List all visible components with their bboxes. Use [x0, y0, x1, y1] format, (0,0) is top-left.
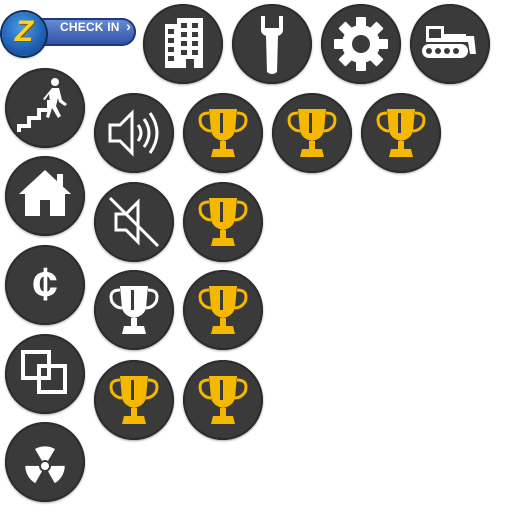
- icon-sprite-sheet: CHECK IN › Z ¢: [0, 0, 512, 512]
- overlapping-windows-button[interactable]: [5, 334, 85, 414]
- cent-button[interactable]: ¢: [5, 245, 85, 325]
- trophy-gold-icon: [376, 109, 426, 157]
- z-badge-icon: Z: [2, 12, 46, 56]
- trophy-gold-icon: [198, 109, 248, 157]
- trophy-silver-icon: [109, 286, 159, 334]
- check-in-label: CHECK IN ›: [60, 18, 132, 34]
- trophy-gold-button[interactable]: [94, 360, 174, 440]
- trophy-silver-button[interactable]: [94, 270, 174, 350]
- sound-muted-icon: [108, 196, 160, 248]
- overlapping-windows-icon: [21, 350, 67, 394]
- cent-icon: ¢: [32, 258, 58, 310]
- gear-button[interactable]: [321, 4, 401, 84]
- bulldozer-button[interactable]: [410, 4, 490, 84]
- wrench-button[interactable]: [232, 4, 312, 84]
- radiation-button[interactable]: [5, 422, 85, 502]
- stairs-exit-button[interactable]: [5, 68, 85, 148]
- trophy-gold-icon: [287, 109, 337, 157]
- home-button[interactable]: [5, 156, 85, 236]
- badge-letter: Z: [14, 15, 34, 48]
- gear-icon: [334, 17, 388, 71]
- buildings-icon: [165, 18, 203, 68]
- sound-on-button[interactable]: [94, 93, 174, 173]
- radiation-icon: [25, 446, 65, 484]
- trophy-gold-button[interactable]: [183, 182, 263, 262]
- trophy-gold-icon: [198, 198, 248, 246]
- bulldozer-icon: [422, 26, 476, 58]
- trophy-gold-button[interactable]: [183, 93, 263, 173]
- buildings-button[interactable]: [143, 4, 223, 84]
- sound-on-icon: [108, 109, 159, 157]
- stairs-exit-icon: [17, 78, 67, 132]
- trophy-gold-icon: [198, 376, 248, 424]
- cent-glyph: ¢: [32, 258, 58, 310]
- sound-muted-button[interactable]: [94, 182, 174, 262]
- trophy-gold-button[interactable]: [272, 93, 352, 173]
- trophy-gold-button[interactable]: [183, 270, 263, 350]
- trophy-gold-button[interactable]: [361, 93, 441, 173]
- wrench-icon: [261, 16, 283, 74]
- trophy-gold-button[interactable]: [183, 360, 263, 440]
- trophy-gold-icon: [109, 376, 159, 424]
- home-icon: [19, 170, 71, 216]
- trophy-gold-icon: [198, 286, 248, 334]
- check-in-button[interactable]: CHECK IN › Z: [2, 12, 138, 58]
